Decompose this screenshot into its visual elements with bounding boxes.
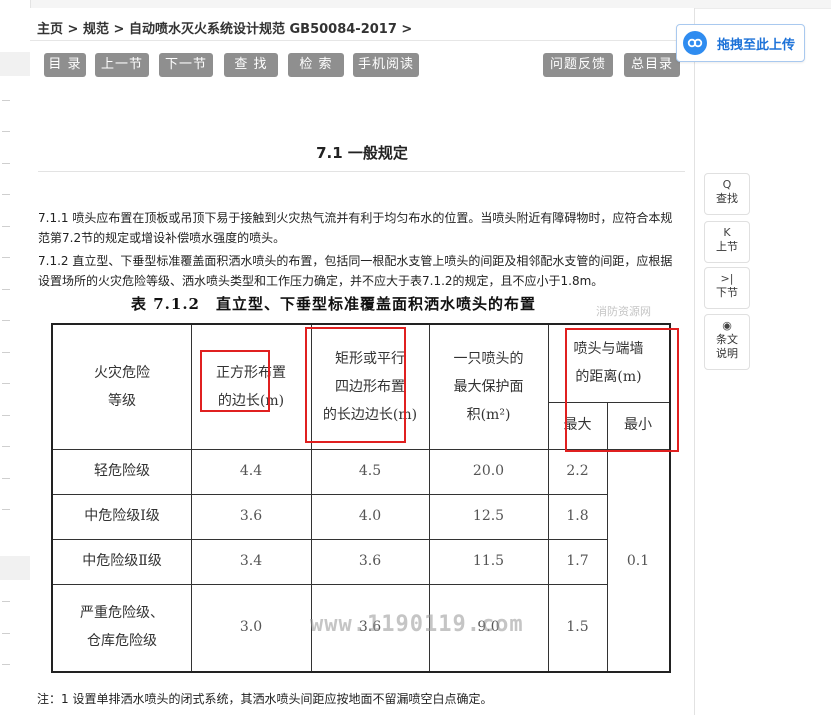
side-commentary-label-2: 说明 (716, 347, 738, 360)
min-distance-value: 0.1 (626, 553, 650, 569)
site-watermark: www.1190119.com (310, 612, 524, 637)
row-rect: 4.5 (358, 463, 382, 479)
toc-button[interactable]: 目 录 (44, 53, 86, 77)
row-max: 2.2 (566, 463, 589, 479)
breadcrumb: 主页 > 规范 > 自动喷水灭火系统设计规范 GB50084-2017 > (37, 18, 412, 37)
side-prev-label: 上节 (716, 240, 738, 253)
row-level: 中危险级Ⅰ级 (84, 508, 160, 524)
breadcrumb-separator: > (113, 22, 125, 37)
row-area: 20.0 (472, 463, 505, 479)
left-sidebar-strip (0, 0, 31, 715)
header-hazard-level: 火灾危险 等级 (94, 365, 150, 409)
highlight-box-wall (565, 328, 679, 452)
breadcrumb-separator: > (67, 22, 79, 37)
row-max: 1.5 (566, 619, 589, 635)
prev-section-icon: K (723, 226, 731, 239)
side-next-label: 下节 (716, 286, 738, 299)
caption-watermark: 消防资源网 (596, 305, 651, 318)
clause-7-1-1: 7.1.1 喷头应布置在顶板或吊顶下易于接触到火灾热气流并有利于均匀布水的位置。… (38, 211, 673, 245)
clause-7-1-2: 7.1.2 直立型、下垂型标准覆盖面积洒水喷头的布置，包括同一根配水支管上喷头的… (38, 254, 673, 288)
search-icon: Q (722, 178, 732, 191)
table-caption: 表 7.1.2 直立型、下垂型标准覆盖面积洒水喷头的布置 (131, 295, 536, 313)
upload-drop-button[interactable]: 拖拽至此上传 (676, 24, 805, 62)
breadcrumb-home-link[interactable]: 主页 (37, 18, 63, 37)
side-find-label: 查找 (716, 192, 738, 205)
table-note: 注：1 设置单排洒水喷头的闭式系统，其洒水喷头间距应按地面不留漏喷空白点确定。 (37, 692, 493, 706)
title-divider (38, 171, 685, 172)
highlight-box-rect (305, 327, 406, 443)
row-square: 3.0 (239, 619, 263, 635)
breadcrumb-document-link[interactable]: 自动喷水灭火系统设计规范 GB50084-2017 (129, 18, 397, 37)
row-square: 4.4 (239, 463, 263, 479)
next-section-icon: >| (720, 272, 734, 285)
side-next-button[interactable]: >| 下节 (704, 267, 750, 309)
side-commentary-button[interactable]: ◉ 条文 说明 (704, 314, 750, 370)
row-rect: 4.0 (358, 508, 382, 524)
highlight-box-square (200, 350, 270, 412)
row-area: 11.5 (472, 553, 505, 569)
row-rect: 3.6 (358, 553, 382, 569)
cloud-icon (683, 31, 707, 55)
row-level: 严重危险级、 仓库危险级 (80, 605, 164, 649)
row-level: 轻危险级 (94, 463, 150, 479)
row-square: 3.6 (239, 508, 263, 524)
next-section-button[interactable]: 下一节 (159, 53, 213, 77)
row-area: 12.5 (472, 508, 505, 524)
breadcrumb-standards-link[interactable]: 规范 (83, 18, 109, 37)
row-max: 1.7 (566, 553, 589, 569)
feedback-button[interactable]: 问题反馈 (543, 53, 613, 77)
prev-section-button[interactable]: 上一节 (95, 53, 149, 77)
row-max: 1.8 (566, 508, 589, 524)
row-square: 3.4 (239, 553, 263, 569)
row-level: 中危险级Ⅱ级 (82, 553, 162, 569)
side-prev-button[interactable]: K 上节 (704, 221, 750, 263)
main-toc-button[interactable]: 总目录 (624, 53, 680, 77)
upload-label: 拖拽至此上传 (717, 37, 796, 53)
eye-icon: ◉ (722, 319, 732, 332)
section-title: 7.1 一般规定 (316, 144, 408, 162)
header-max-area: 一只喷头的 最大保护面 积(m²) (453, 351, 524, 423)
side-find-button[interactable]: Q 查找 (704, 173, 750, 215)
mobile-read-button[interactable]: 手机阅读 (353, 53, 419, 77)
side-commentary-label-1: 条文 (716, 333, 738, 346)
search-button[interactable]: 检 索 (288, 53, 344, 77)
breadcrumb-separator: > (401, 22, 413, 37)
breadcrumb-divider (30, 40, 694, 41)
find-button[interactable]: 查 找 (224, 53, 278, 77)
